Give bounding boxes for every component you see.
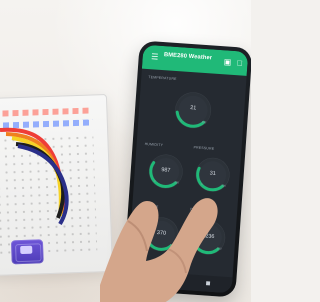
altitude-gauge[interactable]: 370 0 100 — [143, 216, 180, 253]
phone-screen: ☰ BME280 Weather ▣ □ TEMPERATURE 21 0 10… — [126, 44, 249, 294]
android-nav-bar: ◀ ● ■ — [126, 270, 233, 294]
app-bar: ☰ BME280 Weather ▣ □ — [141, 44, 249, 76]
altitude-label: ALTITUDE — [140, 203, 159, 210]
app-title: BME280 Weather — [163, 52, 213, 62]
pressure-max: 100 — [221, 183, 227, 188]
pressure-label: PRESSURE — [193, 145, 215, 151]
dewpoint-max: 100 — [216, 246, 222, 251]
humidity-label: HUMIDITY — [144, 141, 164, 148]
humidity-gauge[interactable]: 987 0 100 — [147, 153, 184, 190]
temperature-max: 100 — [201, 119, 207, 125]
temperature-label: TEMPERATURE — [148, 75, 177, 82]
dewpoint-label: DEWPOINT — [190, 207, 211, 213]
humidity-max: 100 — [174, 180, 180, 185]
square-icon[interactable]: □ — [233, 57, 246, 70]
home-icon[interactable]: ● — [174, 276, 185, 287]
photo-scene: ☰ BME280 Weather ▣ □ TEMPERATURE 21 0 10… — [0, 0, 251, 302]
humidity-min: 0 — [153, 178, 156, 183]
altitude-max: 100 — [169, 242, 175, 248]
altitude-min: 0 — [149, 241, 152, 246]
smartphone: ☰ BME280 Weather ▣ □ TEMPERATURE 21 0 10… — [122, 40, 251, 298]
dewpoint-gauge[interactable]: 2236 0 100 — [190, 219, 227, 256]
temperature-gauge[interactable]: 21 0 100 — [173, 91, 213, 130]
back-icon[interactable]: ◀ — [145, 274, 156, 285]
menu-icon[interactable]: ☰ — [148, 51, 161, 64]
temperature-min: 0 — [180, 118, 183, 123]
dewpoint-min: 0 — [196, 244, 199, 249]
recent-apps-icon[interactable]: ■ — [203, 278, 214, 289]
pressure-gauge[interactable]: 31 0 100 — [194, 156, 231, 193]
screen-share-icon[interactable]: ▣ — [221, 56, 234, 69]
pressure-min: 0 — [200, 181, 203, 187]
